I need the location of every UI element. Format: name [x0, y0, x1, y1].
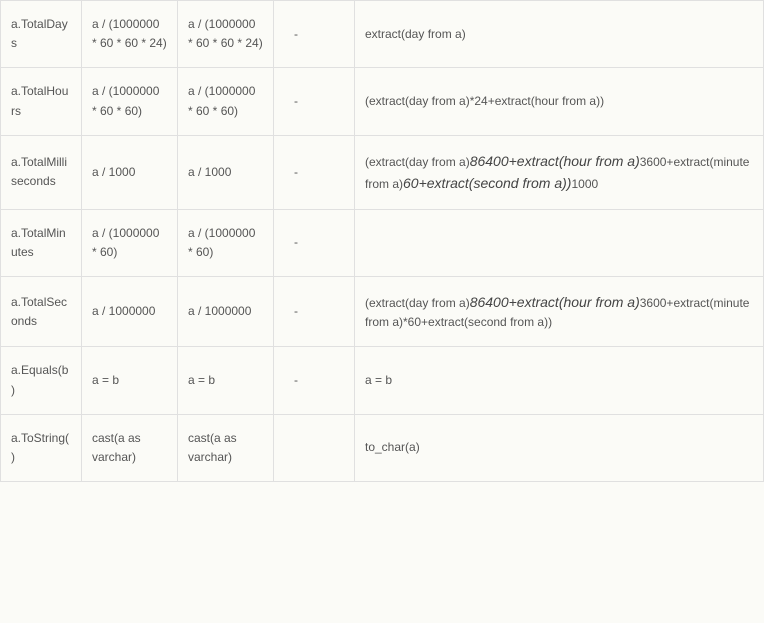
cell: a.TotalHours: [1, 68, 82, 135]
cell: a = b: [178, 347, 274, 414]
table-row: a.Equals(b)a = ba = b-a = b: [1, 347, 764, 414]
cell: extract(day from a): [355, 1, 764, 68]
table-row: a.TotalHoursa / (1000000 * 60 * 60)a / (…: [1, 68, 764, 135]
table-row: a.TotalDaysa / (1000000 * 60 * 60 * 24)a…: [1, 1, 764, 68]
cell: a / (1000000 * 60 * 60): [178, 68, 274, 135]
cell: cast(a as varchar): [82, 414, 178, 481]
table-row: a.TotalSecondsa / 1000000a / 1000000-(ex…: [1, 276, 764, 347]
cell: to_char(a): [355, 414, 764, 481]
cell: [355, 209, 764, 276]
text-segment: 86400+extract(hour from a): [470, 153, 640, 169]
cell: (extract(day from a)*24+extract(hour fro…: [355, 68, 764, 135]
cell: a / (1000000 * 60 * 60 * 24): [82, 1, 178, 68]
table-row: a.TotalMillisecondsa / 1000a / 1000-(ext…: [1, 135, 764, 209]
cell: (extract(day from a)86400+extract(hour f…: [355, 135, 764, 209]
cell: a / (1000000 * 60 * 60): [82, 68, 178, 135]
cell: a / 1000: [178, 135, 274, 209]
cell: -: [274, 347, 355, 414]
cell: a / (1000000 * 60 * 60 * 24): [178, 1, 274, 68]
text-segment: a = b: [365, 373, 392, 387]
cell: a / 1000000: [178, 276, 274, 347]
text-segment: to_char(a): [365, 440, 420, 454]
cell: a.TotalMinutes: [1, 209, 82, 276]
cell: -: [274, 209, 355, 276]
cell: (extract(day from a)86400+extract(hour f…: [355, 276, 764, 347]
cell: a / (1000000 * 60): [178, 209, 274, 276]
text-segment: (extract(day from a)*24+extract(hour fro…: [365, 94, 604, 108]
cell: a / 1000000: [82, 276, 178, 347]
cell: a / (1000000 * 60): [82, 209, 178, 276]
cell: a.TotalDays: [1, 1, 82, 68]
table-row: a.ToString()cast(a as varchar)cast(a as …: [1, 414, 764, 481]
cell: a.TotalSeconds: [1, 276, 82, 347]
cell: a.ToString(): [1, 414, 82, 481]
cell: -: [274, 68, 355, 135]
text-segment: (extract(day from a): [365, 155, 470, 169]
cell: a.TotalMilliseconds: [1, 135, 82, 209]
text-segment: (extract(day from a): [365, 296, 470, 310]
cell: -: [274, 1, 355, 68]
cell: a = b: [82, 347, 178, 414]
text-segment: 86400+extract(hour from a): [470, 294, 640, 310]
cell: [274, 414, 355, 481]
cell: cast(a as varchar): [178, 414, 274, 481]
cell: -: [274, 276, 355, 347]
cell: a.Equals(b): [1, 347, 82, 414]
text-segment: extract(day from a): [365, 27, 466, 41]
cell: a = b: [355, 347, 764, 414]
cell: -: [274, 135, 355, 209]
text-segment: 60+extract(second from a)): [403, 175, 571, 191]
cell: a / 1000: [82, 135, 178, 209]
table-row: a.TotalMinutesa / (1000000 * 60)a / (100…: [1, 209, 764, 276]
conversion-table: a.TotalDaysa / (1000000 * 60 * 60 * 24)a…: [0, 0, 764, 482]
text-segment: 1000: [571, 177, 598, 191]
